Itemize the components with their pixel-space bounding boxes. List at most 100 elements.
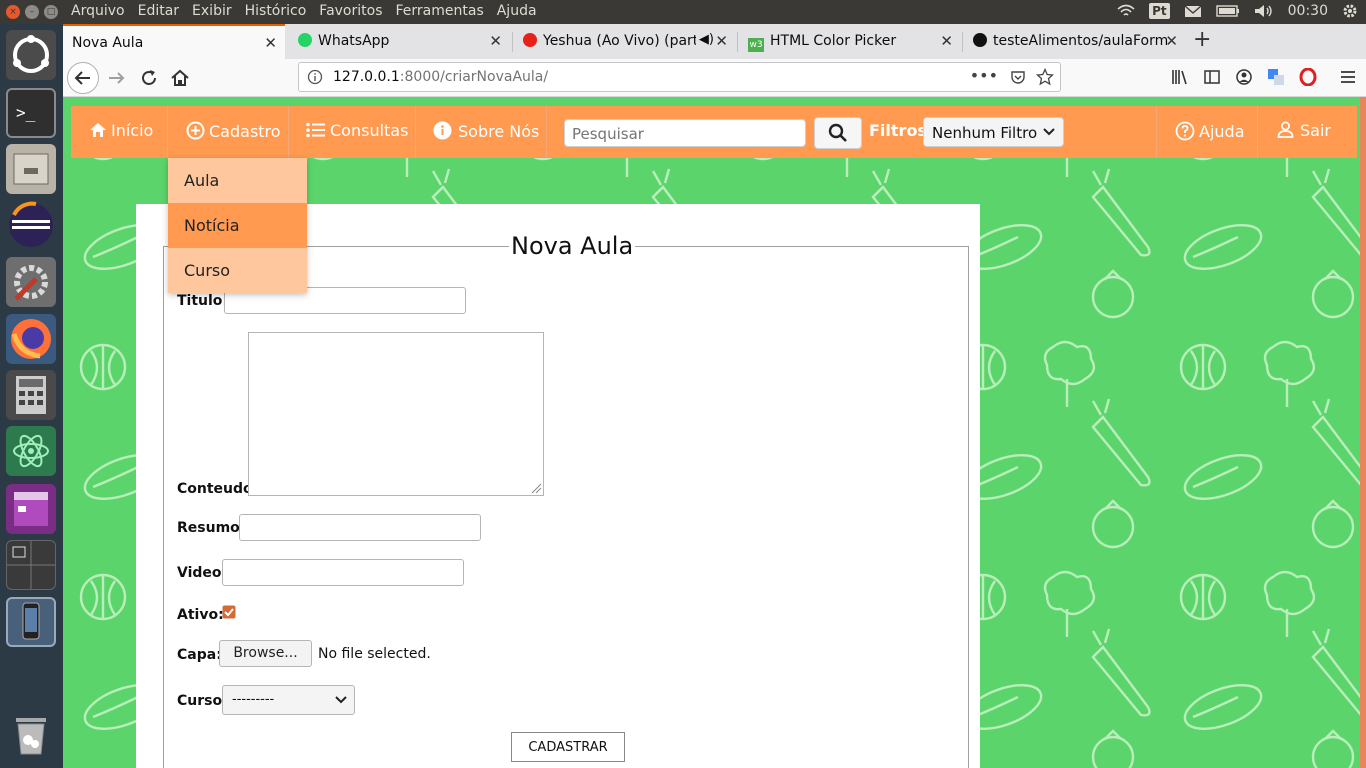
filter-select[interactable]: Nenhum Filtro	[923, 117, 1064, 147]
pocket-icon[interactable]	[1010, 69, 1026, 85]
terminal-icon[interactable]: >_	[6, 88, 56, 138]
curso-select[interactable]: ---------	[222, 685, 355, 715]
search-input[interactable]: Pesquisar	[564, 119, 806, 147]
sidebar-icon[interactable]	[1203, 68, 1221, 86]
whatsapp-icon	[298, 33, 312, 47]
close-window-icon[interactable]: ×	[6, 5, 20, 19]
wifi-icon[interactable]	[1117, 4, 1135, 18]
forward-arrow-icon[interactable]	[105, 66, 129, 90]
plus-circle-icon	[186, 121, 205, 140]
conteudo-textarea[interactable]	[248, 332, 544, 496]
volume-icon[interactable]	[1254, 4, 1274, 18]
app-menu: Arquivo Editar Exibir Histórico Favorito…	[71, 3, 550, 19]
dropdown-item-label: Curso	[184, 261, 231, 280]
page-actions-icon[interactable]: •••	[970, 66, 998, 85]
new-tab-button[interactable]: +	[1193, 27, 1211, 52]
close-tab-icon[interactable]: ✕	[1165, 32, 1178, 50]
library-icon[interactable]	[1171, 68, 1189, 86]
bookmark-star-icon[interactable]	[1036, 68, 1054, 86]
svg-text:>_: >_	[16, 103, 36, 122]
page-scrollbar[interactable]	[1360, 97, 1366, 768]
reload-icon[interactable]	[137, 66, 161, 90]
calculator-icon[interactable]	[6, 370, 56, 420]
close-tab-icon[interactable]: ✕	[264, 34, 277, 52]
clock[interactable]: 00:30	[1288, 3, 1328, 19]
launcher-dock: >_	[0, 24, 63, 768]
menu-arquivo[interactable]: Arquivo	[71, 3, 125, 19]
menu-ferramentas[interactable]: Ferramentas	[396, 3, 484, 19]
ubuntu-dash-icon[interactable]	[6, 30, 56, 80]
nav-ajuda[interactable]: Ajuda	[1175, 106, 1245, 158]
dropdown-item-noticia[interactable]: Notícia	[168, 203, 307, 248]
mail-icon[interactable]	[1184, 4, 1202, 18]
nav-cadastro[interactable]: Cadastro	[186, 106, 281, 158]
tab-nova-aula[interactable]: Nova Aula ✕	[63, 24, 285, 59]
tab-whatsapp[interactable]: WhatsApp ✕	[288, 24, 510, 59]
nav-divider	[546, 106, 547, 158]
dropdown-item-label: Aula	[184, 171, 220, 190]
resize-handle-icon[interactable]	[530, 482, 542, 494]
firefox-window: Nova Aula ✕ WhatsApp ✕ Yeshua (Ao Vivo) …	[63, 24, 1366, 768]
menu-exibir[interactable]: Exibir	[192, 3, 232, 19]
list-icon	[306, 122, 325, 138]
video-input[interactable]	[222, 559, 464, 586]
software-center-icon[interactable]	[6, 484, 56, 534]
nav-sobre-label: Sobre Nós	[458, 122, 540, 141]
settings-gear-icon[interactable]	[1342, 3, 1358, 19]
cadastrar-button-label: CADASTRAR	[528, 740, 608, 755]
search-button[interactable]	[814, 117, 862, 149]
close-tab-icon[interactable]: ✕	[489, 32, 502, 50]
tab-youtube[interactable]: Yeshua (Ao Vivo) (part ◀) ✕	[514, 24, 736, 59]
speaker-icon[interactable]: ◀)	[695, 32, 714, 47]
account-icon[interactable]	[1235, 68, 1253, 86]
ativo-checkbox[interactable]	[222, 605, 236, 619]
home-icon[interactable]	[168, 66, 192, 90]
battery-icon[interactable]	[1215, 5, 1240, 17]
nav-inicio[interactable]: Início	[89, 106, 153, 158]
dropdown-item-curso[interactable]: Curso	[168, 248, 307, 293]
menu-historico[interactable]: Histórico	[245, 3, 307, 19]
eclipse-icon[interactable]	[6, 200, 56, 250]
resumo-label: Resumo:	[177, 520, 246, 536]
filtros-label: Filtros	[869, 121, 927, 140]
search-placeholder: Pesquisar	[572, 125, 644, 143]
firefox-icon[interactable]	[6, 314, 56, 364]
file-manager-icon[interactable]	[6, 144, 56, 194]
back-arrow-icon	[74, 71, 90, 85]
keyboard-layout-indicator[interactable]: Pt	[1149, 3, 1170, 19]
menu-favoritos[interactable]: Favoritos	[319, 3, 382, 19]
tab-html-color-picker[interactable]: w3 HTML Color Picker ✕	[739, 24, 961, 59]
menu-editar[interactable]: Editar	[138, 3, 179, 19]
tab-separator	[512, 32, 513, 52]
nav-ajuda-label: Ajuda	[1199, 122, 1245, 141]
phone-device-icon[interactable]	[6, 597, 56, 647]
page-info-icon[interactable]	[307, 69, 323, 85]
close-tab-icon[interactable]: ✕	[940, 32, 953, 50]
tab-github[interactable]: testeAlimentos/aulaForm ✕	[964, 24, 1186, 59]
trash-icon[interactable]	[6, 710, 56, 760]
close-tab-icon[interactable]: ✕	[715, 32, 728, 50]
back-button[interactable]	[67, 62, 99, 94]
maximize-window-icon[interactable]: □	[44, 5, 58, 19]
url-bar[interactable]: 127.0.0.1:8000/criarNovaAula/ •••	[298, 62, 1061, 92]
resumo-input[interactable]	[239, 514, 481, 541]
nav-divider	[288, 106, 289, 158]
menu-ajuda[interactable]: Ajuda	[497, 3, 537, 19]
minimize-window-icon[interactable]: –	[25, 5, 39, 19]
atom-editor-icon[interactable]	[6, 426, 56, 476]
browse-button[interactable]: Browse...	[219, 640, 312, 667]
workspace-switcher-icon[interactable]	[6, 540, 56, 590]
cadastrar-button[interactable]: CADASTRAR	[511, 732, 625, 762]
translate-extension-icon[interactable]	[1267, 68, 1285, 86]
hamburger-menu-icon[interactable]	[1339, 68, 1357, 86]
system-settings-icon[interactable]	[6, 257, 56, 307]
chevron-down-icon	[335, 696, 347, 704]
capa-label: Capa:	[177, 647, 222, 663]
nav-consultas[interactable]: Consultas	[306, 106, 408, 158]
nav-sobre-nos[interactable]: Sobre Nós	[433, 106, 539, 158]
opera-extension-icon[interactable]	[1299, 68, 1317, 86]
dropdown-item-aula[interactable]: Aula	[168, 158, 307, 203]
nav-sair[interactable]: Sair	[1277, 106, 1331, 158]
system-top-bar: × – □ Arquivo Editar Exibir Histórico Fa…	[0, 0, 1366, 24]
ativo-label: Ativo:	[177, 607, 224, 623]
